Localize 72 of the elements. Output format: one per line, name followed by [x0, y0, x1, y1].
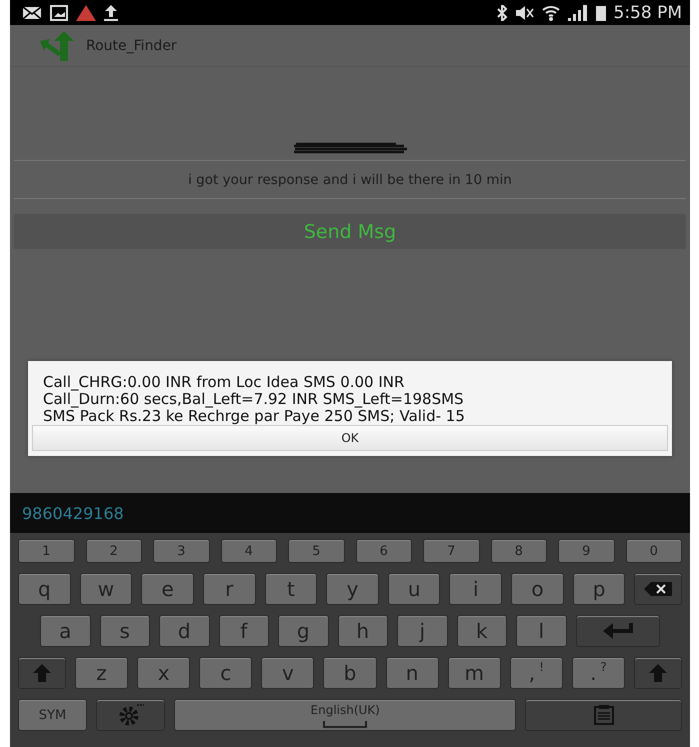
keyboard-key[interactable]: u [388, 573, 440, 605]
enter-icon [602, 623, 633, 639]
warning-icon [76, 4, 96, 20]
keyboard-key[interactable]: k [456, 615, 507, 647]
signal-icon [568, 4, 588, 20]
keyboard-key[interactable]: . ? [572, 657, 625, 689]
app-title: Route_Finder [86, 38, 177, 54]
mail-icon [22, 6, 42, 20]
space-key[interactable]: English(UK) [174, 699, 516, 731]
backspace-key[interactable] [634, 573, 682, 605]
mute-icon [516, 6, 534, 20]
keyboard-key[interactable]: 9 [558, 539, 614, 563]
shift-icon [648, 664, 667, 682]
keyboard-key[interactable]: 8 [490, 539, 547, 563]
message-field[interactable]: i got your response and i will be there in 10 min [14, 161, 686, 199]
keyboard-key[interactable]: 3 [153, 539, 210, 563]
keyboard-key[interactable]: z [75, 657, 128, 689]
keyboard-key[interactable]: 6 [356, 539, 412, 563]
settings-icon [118, 703, 144, 727]
battery-icon [596, 4, 606, 20]
ok-button[interactable]: OK [32, 425, 668, 451]
keyboard-key[interactable]: e [141, 573, 194, 605]
keyboard-key[interactable]: b [323, 657, 377, 689]
enter-key[interactable] [576, 615, 660, 647]
phone-number: 9860429168 [22, 504, 124, 522]
keyboard-key[interactable]: , ! [510, 657, 563, 689]
keyboard-key[interactable]: j [397, 615, 448, 647]
clipboard-key[interactable] [525, 699, 682, 731]
keyboard-key[interactable]: a [40, 615, 90, 647]
clipboard-icon [594, 705, 614, 725]
keyboard-key[interactable]: v [261, 657, 314, 689]
keyboard-key[interactable]: n [386, 657, 439, 689]
keyboard-key[interactable]: 5 [288, 539, 344, 563]
keyboard-key[interactable]: f [218, 615, 269, 647]
shift-key[interactable] [634, 657, 682, 689]
keyboard-key[interactable]: r [202, 573, 256, 605]
keyboard-key[interactable]: 2 [86, 539, 142, 563]
keyboard-key[interactable]: 7 [423, 539, 480, 563]
redaction-scribble-icon [292, 142, 408, 154]
shift-key[interactable] [18, 657, 66, 689]
keyboard-key[interactable]: l [516, 615, 566, 647]
keyboard-key[interactable]: p [572, 573, 626, 605]
keyboard-key[interactable]: t [264, 573, 318, 605]
image-icon [50, 4, 68, 20]
upload-icon [104, 4, 118, 20]
wifi-icon [542, 4, 560, 20]
shift-icon [33, 664, 51, 682]
keyboard-key[interactable]: q [18, 573, 71, 605]
keyboard-key[interactable]: y [326, 573, 379, 605]
route-arrows-icon [40, 30, 74, 60]
dialog-message-line: Call_Durn:60 secs,Bal_Left=7.92 INR SMS_Left=198SMS [43, 391, 465, 408]
dialog-message-line: SMS Pack Rs.23 ke Rechrge par Paye 250 SMS; Valid- 15 [43, 408, 466, 425]
keyboard-key[interactable]: w [80, 573, 132, 605]
keyboard-key[interactable]: o [511, 573, 564, 605]
dialog-message-line: Call_CHRG:0.00 INR from Loc Idea SMS 0.00 INR [43, 374, 406, 391]
keyboard-key[interactable]: i [449, 573, 502, 605]
settings-key[interactable] [96, 699, 166, 731]
backspace-icon [644, 582, 672, 596]
send-button[interactable]: Send Msg [14, 214, 686, 249]
keyboard-key[interactable]: 1 [18, 539, 74, 563]
keyboard-key[interactable]: c [199, 657, 252, 689]
keyboard-key[interactable]: x [137, 657, 190, 689]
clock-time: 5:58 PM [614, 2, 682, 22]
keyboard-key[interactable]: 4 [220, 539, 277, 563]
keyboard-key[interactable]: s [100, 615, 150, 647]
keyboard-key[interactable]: g [278, 615, 328, 647]
keyboard-key[interactable]: h [338, 615, 388, 647]
keyboard-key[interactable]: m [448, 657, 501, 689]
bluetooth-icon [496, 4, 508, 20]
symbols-key[interactable]: SYM [18, 699, 88, 731]
keyboard-key[interactable]: 0 [626, 539, 682, 563]
keyboard-key[interactable]: d [159, 615, 210, 647]
